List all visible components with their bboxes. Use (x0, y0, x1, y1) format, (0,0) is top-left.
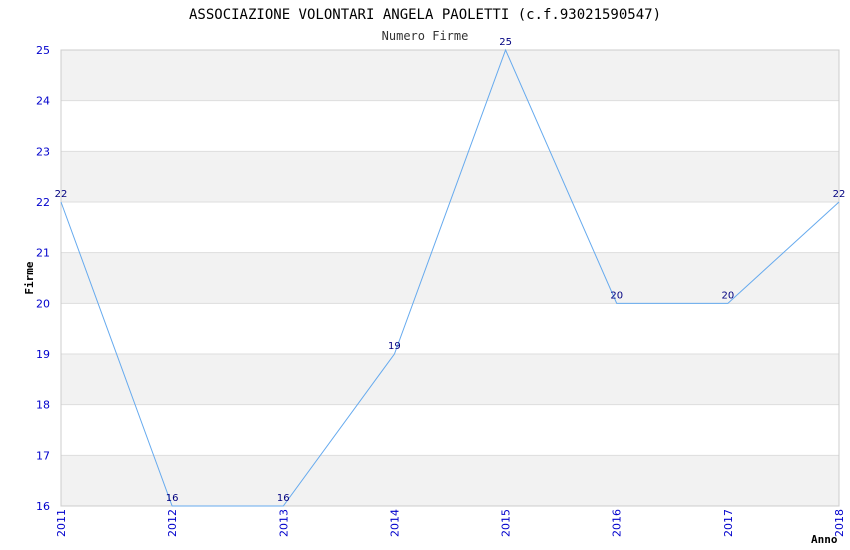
y-tick-label: 20 (36, 297, 50, 310)
data-label: 20 (610, 290, 623, 301)
data-label: 22 (55, 189, 68, 200)
data-label: 22 (833, 189, 846, 200)
data-label: 16 (166, 493, 179, 504)
x-axis-label: Anno (811, 533, 838, 546)
y-axis-label: Firme (23, 261, 36, 294)
x-tick-label: 2017 (722, 509, 735, 537)
y-tick-label: 22 (36, 196, 50, 209)
chart-subtitle: Numero Firme (382, 29, 469, 43)
y-tick-label: 16 (36, 500, 50, 513)
y-tick-label: 17 (36, 449, 50, 462)
x-tick-label: 2011 (55, 509, 68, 537)
data-label: 25 (499, 37, 512, 48)
line-chart: 16171819202122232425 2011 2012 2013 2014 201… (23, 7, 846, 546)
data-label: 19 (388, 341, 401, 352)
y-tick-label: 21 (36, 247, 50, 260)
grid-band (61, 50, 839, 101)
x-tick-label: 2013 (277, 509, 290, 537)
grid-bands (61, 50, 839, 506)
grid-band (61, 151, 839, 202)
data-label: 20 (721, 290, 734, 301)
x-tick-label: 2016 (611, 509, 624, 537)
x-tick-label: 2014 (388, 509, 401, 537)
y-tick-label: 19 (36, 348, 50, 361)
y-tick-labels: 16 17 18 19 20 21 22 23 24 25 (36, 44, 50, 513)
y-tick-label: 25 (36, 44, 50, 57)
x-tick-label: 2015 (500, 509, 513, 537)
chart-title: ASSOCIAZIONE VOLONTARI ANGELA PAOLETTI (… (189, 7, 661, 23)
grid-band (61, 354, 839, 405)
x-tick-label: 2012 (166, 509, 179, 537)
x-tick-labels: 2011 2012 2013 2014 2015 2016 2017 2018 (55, 509, 846, 537)
data-label: 16 (277, 493, 290, 504)
y-tick-label: 18 (36, 399, 50, 412)
y-tick-label: 23 (36, 145, 50, 158)
y-tick-label: 24 (36, 95, 50, 108)
